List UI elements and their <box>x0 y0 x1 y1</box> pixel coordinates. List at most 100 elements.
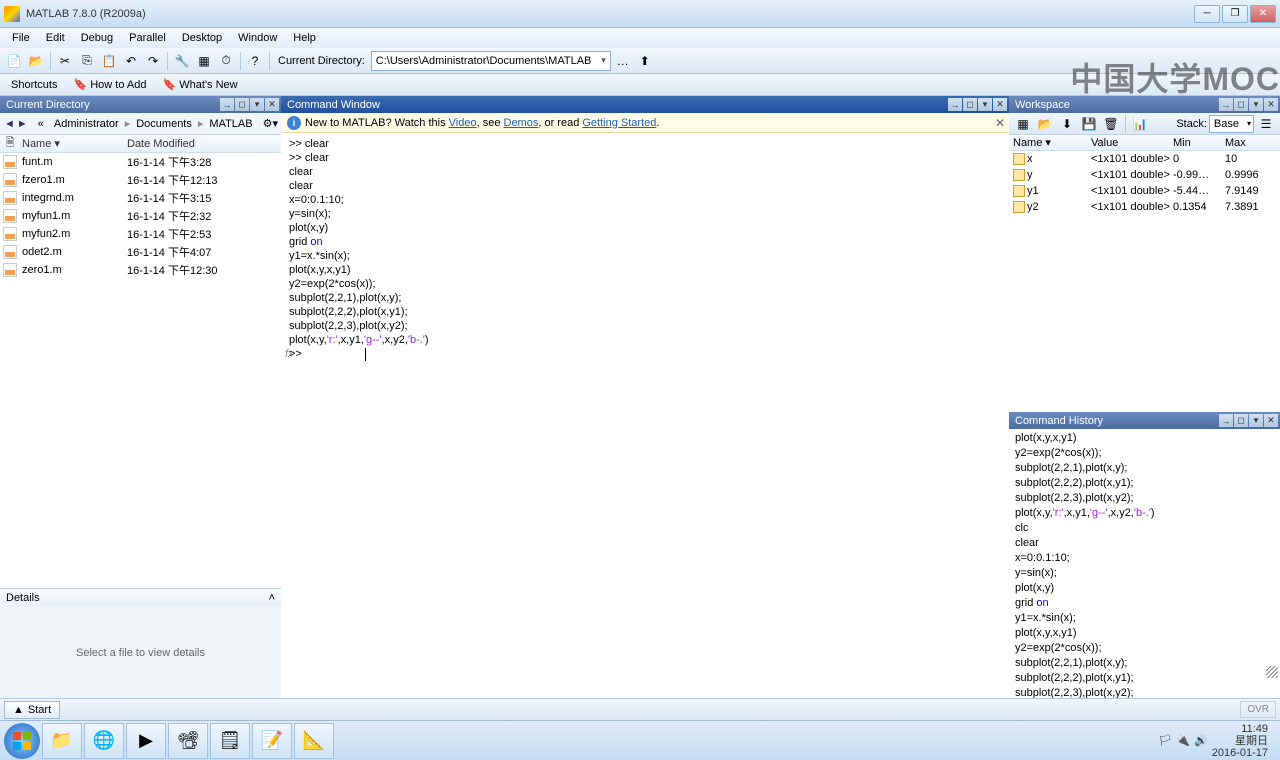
history-line[interactable]: subplot(2,2,1),plot(x,y); <box>1015 656 1274 671</box>
cut-icon[interactable]: ✂ <box>55 51 75 71</box>
col-date-header[interactable]: Date Modified <box>125 138 281 150</box>
wmp-icon[interactable]: ▶ <box>126 723 166 759</box>
ie-icon[interactable]: 🌐 <box>84 723 124 759</box>
redo-icon[interactable]: ↷ <box>143 51 163 71</box>
shortcut-whatsnew[interactable]: 🔖 What's New <box>156 75 245 94</box>
open-var-icon[interactable]: 📂 <box>1035 114 1055 134</box>
history-line[interactable]: plot(x,y,'r:',x,y1,'g--',x,y2,'b-.') <box>1015 506 1274 521</box>
history-line[interactable]: clear <box>1015 536 1274 551</box>
file-row[interactable]: zero1.m16-1-14 下午12:30 <box>0 261 281 279</box>
browse-folder-icon[interactable]: … <box>613 51 633 71</box>
windows-start-button[interactable] <box>4 723 40 759</box>
workspace-row[interactable]: x<1x101 double>010 <box>1009 151 1280 167</box>
crumb-documents[interactable]: Documents <box>132 118 196 130</box>
fx-icon[interactable]: fx <box>285 347 294 361</box>
ws-col-name[interactable]: Name ▾ <box>1009 136 1091 149</box>
powerpoint-icon[interactable]: 📽 <box>168 723 208 759</box>
history-line[interactable]: subplot(2,2,3),plot(x,y2); <box>1015 686 1274 698</box>
menu-help[interactable]: Help <box>285 30 324 46</box>
menu-window[interactable]: Window <box>230 30 285 46</box>
file-row[interactable]: funt.m16-1-14 下午3:28 <box>0 153 281 171</box>
guide-icon[interactable]: ▦ <box>194 51 214 71</box>
clear-ws-icon[interactable]: 🗑 <box>1101 114 1121 134</box>
menu-parallel[interactable]: Parallel <box>121 30 174 46</box>
history-line[interactable]: plot(x,y) <box>1015 581 1274 596</box>
panel-close-icon[interactable]: ✕ <box>265 98 279 111</box>
info-link-video[interactable]: Video <box>449 117 477 129</box>
tray-flag-icon[interactable]: 🏳 <box>1158 734 1172 747</box>
crumb-admin[interactable]: Administrator <box>50 118 123 130</box>
paste-icon[interactable]: 📋 <box>99 51 119 71</box>
workspace-row[interactable]: y1<1x101 double>-5.44…7.9149 <box>1009 183 1280 199</box>
profiler-icon[interactable]: ⏱ <box>216 51 236 71</box>
select-plot-icon[interactable]: ☰ <box>1256 114 1276 134</box>
resize-grip-icon[interactable] <box>1266 666 1278 678</box>
info-link-getting-started[interactable]: Getting Started <box>582 117 656 129</box>
gear-icon[interactable]: ⚙▾ <box>259 117 282 130</box>
file-list[interactable]: 🗎 Name ▾ Date Modified funt.m16-1-14 下午3… <box>0 135 281 588</box>
menu-edit[interactable]: Edit <box>38 30 73 46</box>
shortcut-howto[interactable]: 🔖 How to Add <box>66 75 153 94</box>
hist-menu-icon[interactable]: ▾ <box>1249 414 1263 427</box>
workspace-list[interactable]: Name ▾ Value Min Max x<1x101 double>010y… <box>1009 135 1280 412</box>
undo-icon[interactable]: ↶ <box>121 51 141 71</box>
workspace-row[interactable]: y2<1x101 double>0.13547.3891 <box>1009 199 1280 215</box>
cw-close-icon[interactable]: ✕ <box>993 98 1007 111</box>
simulink-icon[interactable]: 🔧 <box>172 51 192 71</box>
ws-max-icon[interactable]: ◻ <box>1234 98 1248 111</box>
info-link-demos[interactable]: Demos <box>504 117 539 129</box>
menu-debug[interactable]: Debug <box>73 30 121 46</box>
history-body[interactable]: plot(x,y,x,y1)y2=exp(2*cos(x));subplot(2… <box>1009 429 1280 698</box>
cw-menu-icon[interactable]: ▾ <box>978 98 992 111</box>
copy-icon[interactable]: ⎘ <box>77 51 97 71</box>
ws-col-max[interactable]: Max <box>1225 137 1275 149</box>
history-line[interactable]: x=0:0.1:10; <box>1015 551 1274 566</box>
close-button[interactable]: ✕ <box>1250 5 1276 23</box>
help-icon[interactable]: ? <box>245 51 265 71</box>
notes-icon[interactable]: 🗒 <box>210 723 250 759</box>
history-line[interactable]: subplot(2,2,2),plot(x,y1); <box>1015 671 1274 686</box>
clock[interactable]: 11:49 星期日 2016-01-17 <box>1212 723 1268 759</box>
file-row[interactable]: myfun2.m16-1-14 下午2:53 <box>0 225 281 243</box>
history-line[interactable]: subplot(2,2,1),plot(x,y); <box>1015 461 1274 476</box>
panel-undock-icon[interactable]: → <box>220 98 234 111</box>
new-var-icon[interactable]: ▦ <box>1013 114 1033 134</box>
history-line[interactable]: y2=exp(2*cos(x)); <box>1015 446 1274 461</box>
workspace-row[interactable]: y<1x101 double>-0.99…0.9996 <box>1009 167 1280 183</box>
history-line[interactable]: y1=x.*sin(x); <box>1015 611 1274 626</box>
panel-pin-icon[interactable]: ◻ <box>235 98 249 111</box>
info-close-icon[interactable]: ✕ <box>995 116 1005 130</box>
matlab-start-button[interactable]: ▲ Start <box>4 701 60 719</box>
history-line[interactable]: y=sin(x); <box>1015 566 1274 581</box>
minimize-button[interactable]: ─ <box>1194 5 1220 23</box>
file-row[interactable]: fzero1.m16-1-14 下午12:13 <box>0 171 281 189</box>
history-line[interactable]: subplot(2,2,3),plot(x,y2); <box>1015 491 1274 506</box>
tray-volume-icon[interactable]: 🔊 <box>1194 734 1208 747</box>
file-row[interactable]: odet2.m16-1-14 下午4:07 <box>0 243 281 261</box>
command-window-body[interactable]: >> clear>> clearclearclearx=0:0.1:10;y=s… <box>281 133 1009 698</box>
hist-close-icon[interactable]: ✕ <box>1264 414 1278 427</box>
menu-file[interactable]: File <box>4 30 38 46</box>
save-ws-icon[interactable]: 💾 <box>1079 114 1099 134</box>
back-icon[interactable]: ◄ <box>4 115 15 133</box>
ws-undock-icon[interactable]: → <box>1219 98 1233 111</box>
new-icon[interactable]: 📄 <box>4 51 24 71</box>
open-icon[interactable]: 📂 <box>26 51 46 71</box>
cw-max-icon[interactable]: ◻ <box>963 98 977 111</box>
file-row[interactable]: myfun1.m16-1-14 下午2:32 <box>0 207 281 225</box>
crumb-matlab[interactable]: MATLAB <box>205 118 256 130</box>
history-line[interactable]: grid on <box>1015 596 1274 611</box>
ws-menu-icon[interactable]: ▾ <box>1249 98 1263 111</box>
history-line[interactable]: subplot(2,2,2),plot(x,y1); <box>1015 476 1274 491</box>
history-line[interactable]: plot(x,y,x,y1) <box>1015 431 1274 446</box>
stack-combo[interactable]: Base <box>1209 115 1254 133</box>
cw-undock-icon[interactable]: → <box>948 98 962 111</box>
maximize-button[interactable]: ❐ <box>1222 5 1248 23</box>
matlab-task-icon[interactable]: 📐 <box>294 723 334 759</box>
col-name-header[interactable]: Name ▾ <box>20 137 125 150</box>
ws-col-min[interactable]: Min <box>1173 137 1225 149</box>
history-line[interactable]: clc <box>1015 521 1274 536</box>
crumb-overflow[interactable]: « <box>34 118 48 130</box>
file-row[interactable]: integrnd.m16-1-14 下午3:15 <box>0 189 281 207</box>
menu-desktop[interactable]: Desktop <box>174 30 230 46</box>
